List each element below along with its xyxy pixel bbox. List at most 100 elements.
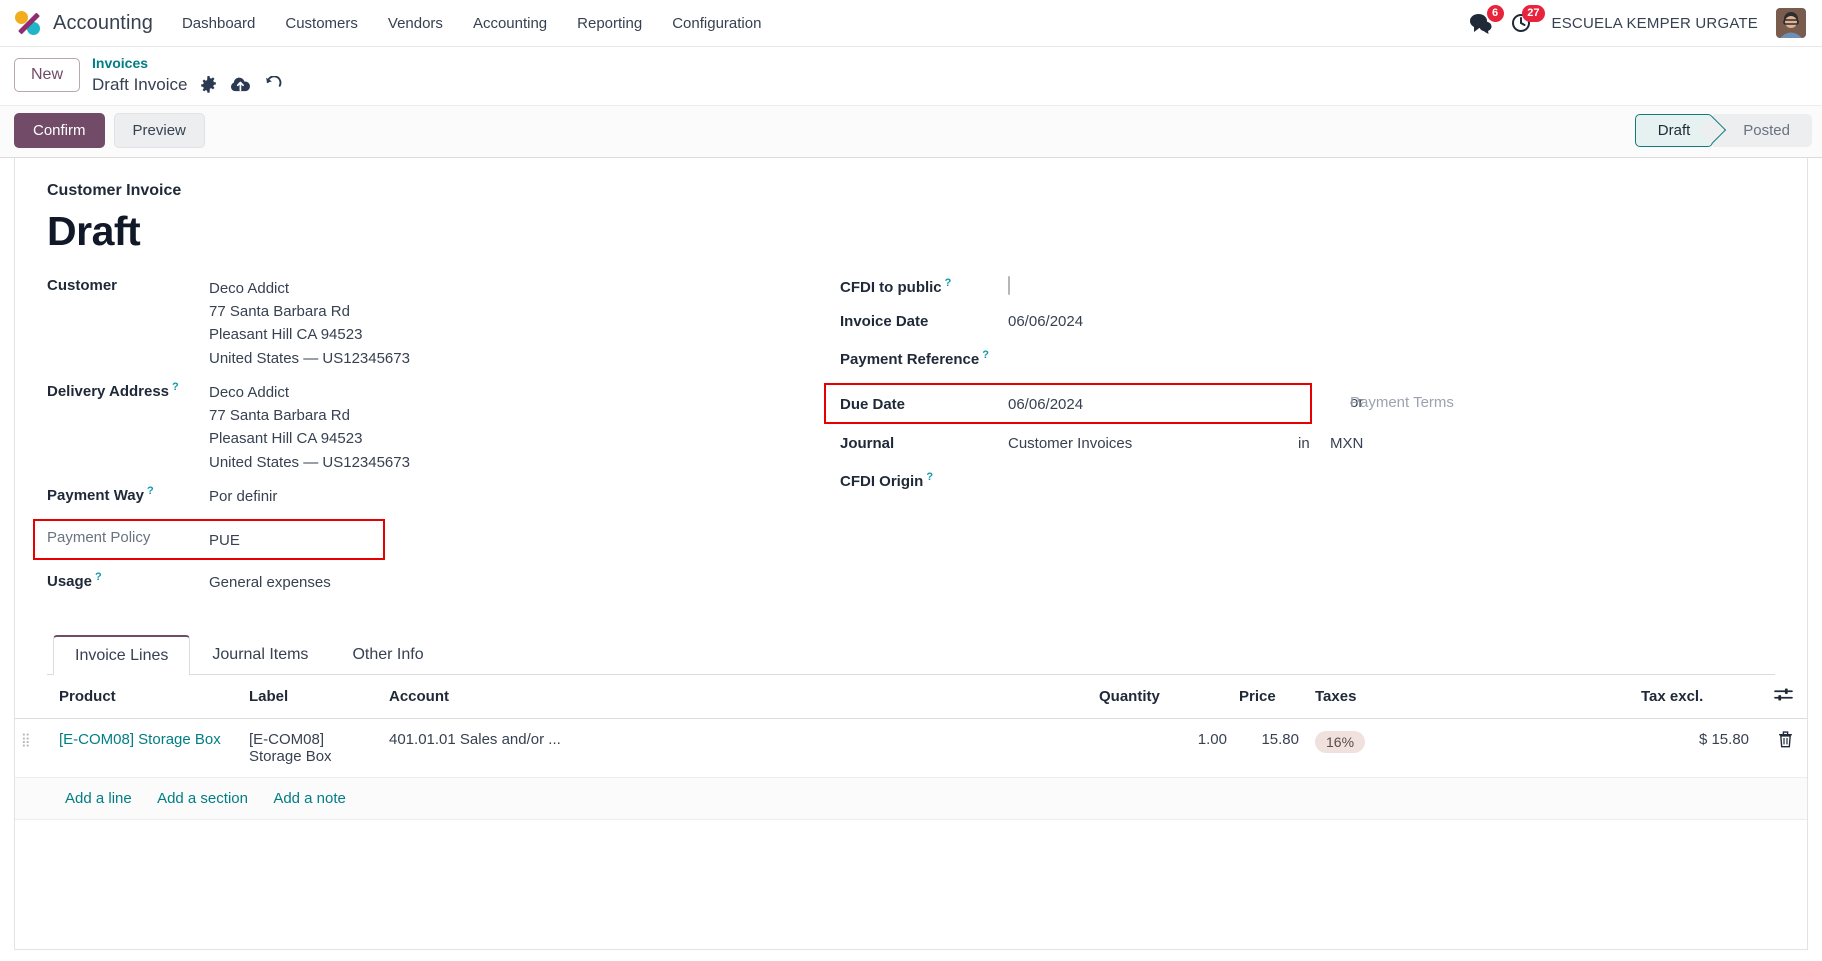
menu-item-accounting[interactable]: Accounting [458,9,562,38]
invoice-lines-table: Product Label Account Quantity Price Tax… [15,675,1807,820]
preview-button[interactable]: Preview [113,112,205,148]
cell-price[interactable]: 15.80 [1233,718,1305,778]
field-due-date-label: Due Date [840,395,906,413]
field-payment-reference-value[interactable] [1008,347,1298,349]
add-a-note-link[interactable]: Add a note [273,790,346,807]
breadcrumb-bar: New Invoices Draft Invoice [0,47,1822,105]
top-navbar: Accounting Dashboard Customers Vendors A… [0,0,1822,47]
menu-item-configuration[interactable]: Configuration [657,9,776,38]
status-posted[interactable]: Posted [1713,113,1812,147]
field-usage-value[interactable]: General expenses [209,569,331,594]
cloud-upload-icon[interactable] [230,76,251,93]
field-invoice-date-label: Invoice Date [840,312,929,330]
cell-label[interactable]: [E-COM08] Storage Box [243,718,383,778]
menu-item-reporting[interactable]: Reporting [562,9,657,38]
field-usage-label: Usage? [47,571,102,590]
sliders-icon [1774,688,1793,701]
col-tax-excl[interactable]: Tax excl. [1635,675,1755,719]
field-payment-policy-highlight: Payment Policy PUE [33,518,385,560]
help-icon[interactable]: ? [147,485,154,497]
breadcrumb-parent-link[interactable]: Invoices [92,55,283,73]
field-payment-way-label: Payment Way? [47,484,154,504]
field-due-date-value[interactable]: 06/06/2024 [1008,394,1298,413]
delete-line-button[interactable] [1755,718,1807,778]
field-payment-reference: Payment Reference? [840,347,1775,374]
cell-tax-excl: $ 15.80 [1635,718,1755,778]
cell-account[interactable]: 401.01.01 Sales and/or ... [383,718,1093,778]
table-row[interactable]: ⣿ [E-COM08] Storage Box [E-COM08] Storag… [15,718,1807,778]
discard-icon[interactable] [264,75,283,93]
field-customer-value[interactable]: Deco Addict 77 Santa Barbara Rd Pleasant… [209,275,410,370]
help-icon[interactable]: ? [945,277,952,289]
field-cfdi-origin: CFDI Origin? [840,469,1775,496]
field-delivery-address-label: Delivery Address? [47,380,179,400]
cell-taxes[interactable]: 16% [1305,718,1635,778]
field-payment-way: Payment Way? Por definir [47,483,822,510]
status-draft[interactable]: Draft [1634,113,1714,147]
field-invoice-date: Invoice Date 06/06/2024 [840,311,1775,338]
messages-button[interactable]: 6 [1469,5,1504,34]
tax-badge: 16% [1315,731,1366,753]
col-quantity[interactable]: Quantity [1093,675,1233,719]
breadcrumb: Invoices Draft Invoice [92,55,283,95]
activities-button[interactable]: 27 [1511,5,1545,34]
main-menu: Dashboard Customers Vendors Accounting R… [167,9,776,38]
field-cfdi-origin-value[interactable] [1008,469,1298,471]
field-payment-policy-value[interactable]: PUE [209,527,240,552]
due-date-row: Due Date 06/06/2024 or Payment Terms [824,382,1775,433]
col-taxes[interactable]: Taxes [1305,675,1635,719]
cell-quantity[interactable]: 1.00 [1093,718,1233,778]
field-delivery-address: Delivery Address? Deco Addict 77 Santa B… [47,379,822,474]
payment-terms-value[interactable]: Payment Terms [1350,383,1454,411]
row-drag-handle[interactable]: ⣿ [15,718,53,778]
optional-columns-button[interactable] [1755,675,1807,719]
record-subtitle: Customer Invoice [47,181,182,199]
field-delivery-address-value[interactable]: Deco Addict 77 Santa Barbara Rd Pleasant… [209,379,410,474]
menu-item-customers[interactable]: Customers [270,9,373,38]
currency-value[interactable]: MXN [1330,433,1363,452]
gear-icon[interactable] [200,75,217,93]
col-product[interactable]: Product [53,675,243,719]
help-icon[interactable]: ? [95,571,102,583]
due-date-or-label: or [1350,393,1364,411]
confirm-button[interactable]: Confirm [14,112,105,148]
help-icon[interactable]: ? [172,381,179,393]
field-journal: Journal Customer Invoices in MXN [840,433,1775,460]
help-icon[interactable]: ? [926,471,933,483]
tab-journal-items[interactable]: Journal Items [190,635,330,675]
status-pipeline: Draft Posted [1634,113,1812,147]
new-record-button[interactable]: New [14,57,81,92]
customer-country: United States — US12345673 [209,349,410,367]
help-icon[interactable]: ? [982,349,989,361]
field-journal-value[interactable]: Customer Invoices [1008,433,1298,452]
user-menu-label[interactable]: ESCUELA KEMPER URGATE [1552,15,1758,32]
customer-name: Deco Addict [209,279,290,297]
delivery-country: United States — US12345673 [209,453,410,471]
avatar[interactable] [1776,8,1806,38]
app-name: Accounting [53,11,153,34]
tab-invoice-lines[interactable]: Invoice Lines [53,635,191,675]
table-header-row: Product Label Account Quantity Price Tax… [15,675,1807,719]
cell-product[interactable]: [E-COM08] Storage Box [53,718,243,778]
field-cfdi-to-public-value [1008,275,1298,295]
col-account[interactable]: Account [383,675,1093,719]
add-a-line-link[interactable]: Add a line [65,790,132,807]
avatar-image [1776,8,1806,38]
messages-count-badge: 6 [1486,5,1504,22]
field-cfdi-to-public: CFDI to public? [840,275,1775,302]
cfdi-to-public-checkbox[interactable] [1008,275,1010,295]
add-a-section-link[interactable]: Add a section [157,790,248,807]
field-payment-way-value[interactable]: Por definir [209,483,277,508]
menu-item-vendors[interactable]: Vendors [373,9,458,38]
col-drag [15,675,53,719]
col-label[interactable]: Label [243,675,383,719]
tab-other-info[interactable]: Other Info [330,635,445,675]
delivery-name: Deco Addict [209,383,290,401]
field-cfdi-origin-label: CFDI Origin? [840,470,934,490]
field-invoice-date-value[interactable]: 06/06/2024 [1008,311,1298,330]
activities-count-badge: 27 [1522,5,1545,22]
menu-item-dashboard[interactable]: Dashboard [167,9,270,38]
field-usage: Usage? General expenses [47,569,822,596]
brand-home-link[interactable]: Accounting [10,10,167,37]
col-price[interactable]: Price [1233,675,1305,719]
